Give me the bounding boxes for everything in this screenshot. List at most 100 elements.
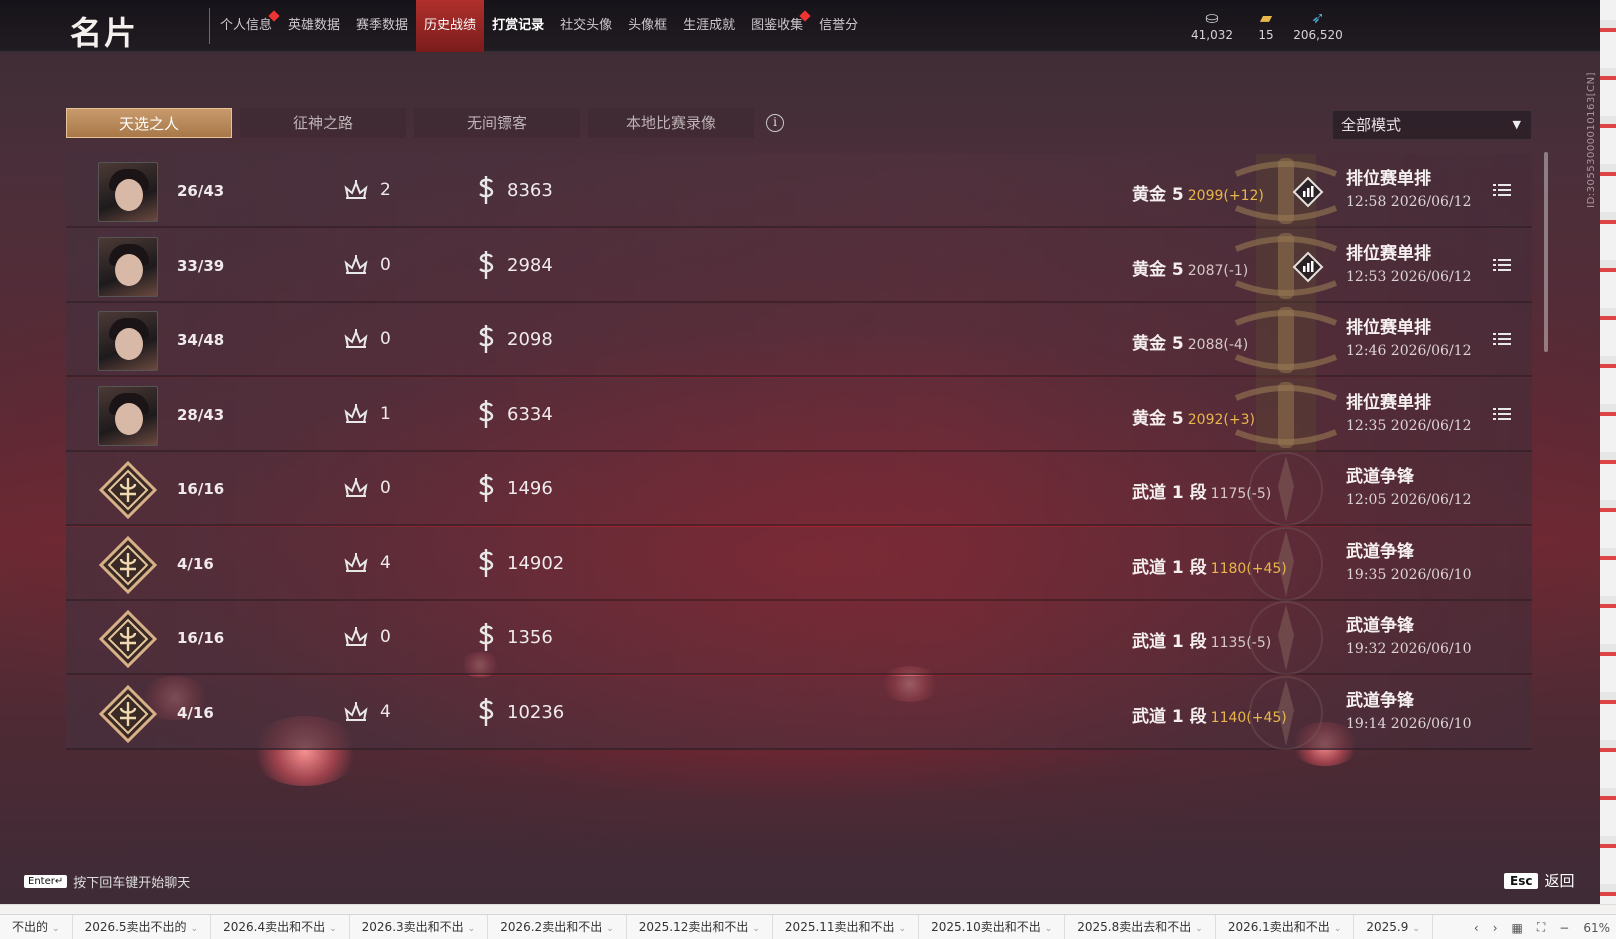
sheet-tab[interactable]: 2025.10卖出和不出 ⌄: [919, 914, 1066, 939]
sheet-tab[interactable]: 2025.11卖出和不出 ⌄: [773, 914, 920, 939]
rank-info: 黄金 5 2088(-4): [1132, 329, 1248, 354]
match-row[interactable]: 33/39 0 2984 黄金 5 2087(-1) 排位赛单排 12:53 2026/06…: [66, 228, 1532, 303]
info-icon[interactable]: i: [766, 114, 784, 132]
gold-value: 2098: [507, 329, 553, 350]
details-list-icon[interactable]: [1493, 182, 1511, 196]
scroll-left-icon[interactable]: ‹: [1474, 921, 1479, 935]
kda-value: 16/16: [177, 629, 225, 647]
tab-nav-8[interactable]: 图鉴收集: [743, 0, 811, 52]
match-row[interactable]: 16/16 0 1356 武道 1 段 1135(-5) 武道争锋 19:32 2026/0…: [66, 601, 1532, 675]
details-list-icon[interactable]: [1493, 331, 1511, 345]
mvp-crown-icon: [342, 176, 370, 204]
spreadsheet-sheet-bar: 不出的 ⌄ 2026.5卖出不出的 ⌄ 2026.4卖出和不出 ⌄ 2026.3卖出和不出 ⌄…: [0, 914, 1616, 939]
chevron-down-icon: ⌄: [606, 923, 614, 934]
mvp-count: 0: [380, 478, 391, 498]
chevron-down-icon: ⌄: [52, 923, 60, 934]
rank-score: 1180(+45): [1210, 560, 1287, 577]
rank-trend-icon[interactable]: [1292, 176, 1324, 208]
mode-tab-0[interactable]: 天选之人: [66, 108, 232, 138]
chevron-down-icon: ⌄: [752, 923, 760, 934]
sheet-tab-label: 2026.3卖出和不出: [361, 919, 464, 934]
back-button[interactable]: Esc 返回: [1504, 870, 1574, 891]
match-mode: 排位赛单排: [1346, 392, 1431, 413]
tab-nav-2[interactable]: 赛季数据: [348, 0, 416, 52]
rank-tier: 黄金 5: [1132, 259, 1184, 280]
match-time: 12:35 2026/06/12: [1346, 417, 1472, 434]
rank-score: 2087(-1): [1187, 262, 1249, 279]
gold-currency-icon: [474, 323, 498, 355]
tab-nav-7[interactable]: 生涯成就: [675, 0, 743, 52]
sheet-tab[interactable]: 2025.9 ⌄: [1354, 914, 1433, 939]
mode-emblem-icon: [98, 609, 158, 669]
view-mode-icon[interactable]: ▦: [1512, 921, 1523, 935]
match-row[interactable]: 28/43 1 6334 黄金 5 2092(+3) 排位赛单排 12:35 2026/06…: [66, 377, 1532, 452]
match-history-list: 26/43 2 8363 黄金 5 2099(+12) 排位赛单排 12:58 2026/0…: [66, 154, 1532, 766]
rank-info: 武道 1 段 1135(-5): [1132, 627, 1271, 652]
tab-nav-5[interactable]: 社交头像: [552, 0, 620, 52]
avatar-face: [115, 402, 143, 435]
hero-avatar: [98, 162, 158, 222]
chevron-down-icon: ⌄: [190, 923, 199, 934]
match-time: 19:35 2026/06/10: [1346, 566, 1472, 583]
zoom-out-icon[interactable]: −: [1559, 921, 1569, 935]
gold-value: 8363: [507, 180, 553, 201]
esc-key-badge: Esc: [1504, 872, 1539, 889]
rank-tier: 武道 1 段: [1132, 557, 1207, 578]
nav-label: 社交头像: [560, 18, 613, 33]
sheet-tab[interactable]: 2025.8卖出去和不出 ⌄: [1065, 914, 1216, 939]
match-row[interactable]: 4/16 4 14902 武道 1 段 1180(+45) 武道争锋 19:35 2026/…: [66, 526, 1532, 601]
tab-nav-1[interactable]: 英雄数据: [280, 0, 348, 52]
mode-tab-2[interactable]: 无间镖客: [414, 108, 580, 138]
tab-nav-3[interactable]: 历史战绩: [416, 0, 485, 52]
gold-value: 14902: [507, 552, 565, 574]
match-mode: 排位赛单排: [1346, 318, 1431, 338]
mvp-crown-icon: [342, 698, 370, 726]
mode-tab-3[interactable]: 本地比赛录像: [588, 108, 754, 138]
nav-label: 信誉分: [819, 18, 859, 33]
sheet-tab[interactable]: 2026.5卖出不出的 ⌄: [73, 914, 212, 939]
sheet-tab[interactable]: 2026.4卖出和不出 ⌄: [211, 914, 350, 939]
match-time: 12:46 2026/06/12: [1346, 343, 1472, 359]
coin-silver-icon: ⛀: [1205, 8, 1219, 27]
sheet-tab[interactable]: 2026.1卖出和不出 ⌄: [1216, 914, 1355, 939]
mode-filter-select[interactable]: 全部模式 ▼: [1332, 110, 1532, 140]
list-scrollbar[interactable]: [1544, 152, 1548, 352]
rank-tier: 黄金 5: [1132, 408, 1184, 429]
zoom-level[interactable]: 61%: [1583, 921, 1610, 935]
gold-value: 6334: [507, 403, 553, 425]
gold-currency-icon: [474, 547, 498, 579]
mvp-count: 0: [380, 627, 391, 647]
nav-label: 个人信息: [220, 18, 273, 33]
sheet-tab[interactable]: 2025.12卖出和不出 ⌄: [627, 914, 773, 939]
rank-tier: 武道 1 段: [1132, 483, 1207, 503]
tab-nav-6[interactable]: 头像框: [620, 0, 675, 52]
tab-nav-9[interactable]: 信誉分: [811, 0, 866, 52]
fullscreen-icon[interactable]: ⛶: [1537, 920, 1545, 935]
nav-label: 英雄数据: [288, 18, 341, 33]
mvp-crown-icon: [342, 325, 370, 353]
chevron-down-icon: ⌄: [329, 923, 337, 934]
sheet-tab[interactable]: 2026.2卖出和不出 ⌄: [488, 914, 627, 939]
nav-label: 赛季数据: [356, 18, 409, 33]
sheet-tab[interactable]: 不出的 ⌄: [0, 914, 73, 939]
sheet-tab[interactable]: 2026.3卖出和不出 ⌄: [350, 914, 489, 939]
match-row[interactable]: 4/16 4 10236 武道 1 段 1140(+45) 武道争锋 19:14 2026/…: [66, 675, 1532, 750]
details-list-icon[interactable]: [1493, 257, 1511, 271]
match-row[interactable]: 16/16 0 1496 武道 1 段 1175(-5) 武道争锋 12:05 2026/0…: [66, 452, 1532, 526]
mvp-crown-icon: [342, 623, 370, 651]
mvp-count: 4: [380, 552, 391, 573]
kda-value: 4/16: [177, 703, 214, 722]
mode-tab-1[interactable]: 征神之路: [240, 108, 406, 138]
player-id-label: ID:30553000010163[CN]: [1586, 72, 1597, 208]
tab-nav-0[interactable]: 个人信息: [212, 0, 280, 52]
scroll-right-icon[interactable]: ›: [1493, 921, 1498, 935]
mode-emblem-icon: [98, 460, 158, 520]
match-row[interactable]: 34/48 0 2098 黄金 5 2088(-4) 排位赛单排 12:46 2026/06…: [66, 303, 1532, 377]
match-row[interactable]: 26/43 2 8363 黄金 5 2099(+12) 排位赛单排 12:58 2026/0…: [66, 154, 1532, 228]
rank-trend-icon[interactable]: [1292, 251, 1324, 283]
feather-icon: ➶: [1311, 8, 1325, 27]
kda-value: 4/16: [177, 554, 214, 573]
details-list-icon[interactable]: [1493, 406, 1511, 420]
tab-nav-4[interactable]: 打赏记录: [484, 0, 552, 52]
kda-value: 16/16: [177, 480, 225, 498]
